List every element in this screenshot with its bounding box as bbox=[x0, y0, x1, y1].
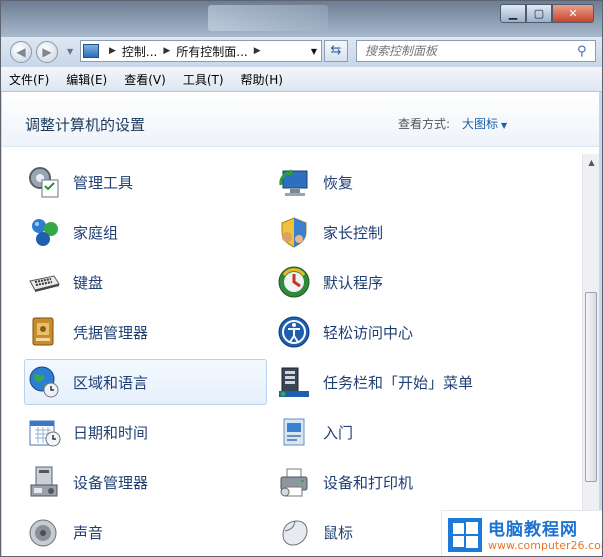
item-label: 家长控制 bbox=[323, 223, 384, 242]
recent-pages-dropdown[interactable]: ▼ bbox=[67, 47, 73, 56]
menu-help[interactable]: 帮助(H) bbox=[233, 71, 292, 88]
item-region-language[interactable]: 区域和语言 bbox=[24, 359, 267, 405]
close-button[interactable]: ✕ bbox=[552, 4, 594, 23]
item-devices-printers[interactable]: 设备和打印机 bbox=[274, 459, 574, 505]
breadcrumb-separator-icon[interactable]: ▶ bbox=[109, 46, 116, 56]
item-ease-of-access[interactable]: 轻松访问中心 bbox=[274, 309, 574, 355]
view-by-value: 大图标 bbox=[462, 117, 499, 131]
scroll-up-icon[interactable]: ▲ bbox=[583, 154, 599, 171]
view-by-label: 查看方式: bbox=[398, 117, 451, 131]
item-label: 任务栏和「开始」菜单 bbox=[323, 373, 474, 392]
menu-edit[interactable]: 编辑(E) bbox=[58, 71, 116, 88]
menu-file[interactable]: 文件(F) bbox=[1, 71, 58, 88]
item-label: 设备管理器 bbox=[73, 473, 149, 492]
item-label: 设备和打印机 bbox=[323, 473, 414, 492]
item-label: 声音 bbox=[73, 523, 104, 542]
navigation-bar: ◀ ▶ ▼ ▶ 控制... ▶ 所有控制面... ▶ ▼ ⇆ ⚲ bbox=[1, 37, 602, 67]
scrollbar-thumb[interactable] bbox=[585, 292, 597, 482]
item-homegroup[interactable]: 家庭组 bbox=[24, 209, 267, 255]
date-time-icon bbox=[27, 415, 61, 449]
item-label: 轻松访问中心 bbox=[323, 323, 414, 342]
ease-of-access-icon bbox=[277, 315, 311, 349]
keyboard-icon bbox=[27, 265, 61, 299]
view-by-dropdown[interactable]: 大图标 ▼ bbox=[462, 115, 507, 132]
item-getting-started[interactable]: 入门 bbox=[274, 409, 574, 455]
content-area: 调整计算机的设置 查看方式: 大图标 ▼ 管理工具 恢复 家庭组 家长控制 键盘… bbox=[2, 92, 599, 556]
menu-bar: 文件(F) 编辑(E) 查看(V) 工具(T) 帮助(H) bbox=[1, 67, 602, 92]
breadcrumb-all-items[interactable]: 所有控制面... bbox=[176, 43, 247, 60]
credential-manager-icon bbox=[27, 315, 61, 349]
item-label: 日期和时间 bbox=[73, 423, 149, 442]
site-watermark: 电脑教程网 www.computer26.com bbox=[441, 510, 603, 556]
maximize-button[interactable]: ▢ bbox=[526, 4, 552, 23]
default-programs-icon bbox=[277, 265, 311, 299]
item-device-manager[interactable]: 设备管理器 bbox=[24, 459, 267, 505]
forward-button[interactable]: ▶ bbox=[36, 41, 58, 63]
sound-icon bbox=[27, 515, 61, 549]
item-label: 入门 bbox=[323, 423, 354, 442]
watermark-url: www.computer26.com bbox=[488, 539, 603, 552]
page-title: 调整计算机的设置 bbox=[25, 116, 146, 134]
item-label: 凭据管理器 bbox=[73, 323, 149, 342]
getting-started-icon bbox=[277, 415, 311, 449]
menu-view[interactable]: 查看(V) bbox=[116, 71, 175, 88]
item-label: 鼠标 bbox=[323, 523, 354, 542]
title-bar[interactable]: ▁ ▢ ✕ bbox=[1, 1, 602, 37]
minimize-button[interactable]: ▁ bbox=[500, 4, 526, 23]
watermark-title: 电脑教程网 bbox=[488, 520, 578, 540]
parental-controls-icon bbox=[277, 215, 311, 249]
devices-printers-icon bbox=[277, 465, 311, 499]
menu-tools[interactable]: 工具(T) bbox=[175, 71, 233, 88]
aero-glass-reflection bbox=[208, 5, 328, 31]
refresh-button[interactable]: ⇆ bbox=[324, 40, 348, 62]
item-sound[interactable]: 声音 bbox=[24, 509, 267, 555]
recovery-icon bbox=[277, 165, 311, 199]
item-label: 区域和语言 bbox=[73, 373, 149, 392]
address-bar[interactable]: ▶ 控制... ▶ 所有控制面... ▶ ▼ bbox=[80, 40, 322, 62]
admin-tools-icon bbox=[27, 165, 61, 199]
window-controls: ▁ ▢ ✕ bbox=[500, 4, 594, 23]
region-language-icon bbox=[27, 365, 61, 399]
search-input[interactable] bbox=[357, 43, 577, 59]
breadcrumb-control-panel[interactable]: 控制... bbox=[122, 43, 157, 60]
item-parental-controls[interactable]: 家长控制 bbox=[274, 209, 574, 255]
homegroup-icon bbox=[27, 215, 61, 249]
taskbar-icon bbox=[277, 365, 311, 399]
item-label: 家庭组 bbox=[73, 223, 119, 242]
item-date-time[interactable]: 日期和时间 bbox=[24, 409, 267, 455]
mouse-icon bbox=[277, 515, 311, 549]
search-box[interactable]: ⚲ bbox=[356, 40, 596, 62]
item-label: 默认程序 bbox=[323, 273, 384, 292]
item-admin-tools[interactable]: 管理工具 bbox=[24, 159, 267, 205]
breadcrumb-separator-icon[interactable]: ▶ bbox=[163, 46, 170, 56]
vertical-scrollbar[interactable]: ▲ ▼ bbox=[582, 154, 599, 556]
windows-logo-icon bbox=[448, 518, 482, 552]
item-keyboard[interactable]: 键盘 bbox=[24, 259, 267, 305]
item-recovery[interactable]: 恢复 bbox=[274, 159, 574, 205]
item-default-programs[interactable]: 默认程序 bbox=[274, 259, 574, 305]
control-panel-icon bbox=[83, 44, 99, 58]
search-icon[interactable]: ⚲ bbox=[577, 44, 595, 59]
item-taskbar-start-menu[interactable]: 任务栏和「开始」菜单 bbox=[274, 359, 574, 405]
address-dropdown-icon[interactable]: ▼ bbox=[311, 47, 317, 56]
content-header: 调整计算机的设置 查看方式: 大图标 ▼ bbox=[2, 92, 599, 147]
control-panel-window: ▁ ▢ ✕ ◀ ▶ ▼ ▶ 控制... ▶ 所有控制面... ▶ ▼ ⇆ ⚲ 文… bbox=[0, 0, 603, 557]
breadcrumb-separator-icon[interactable]: ▶ bbox=[254, 46, 261, 56]
item-credential-manager[interactable]: 凭据管理器 bbox=[24, 309, 267, 355]
back-button[interactable]: ◀ bbox=[10, 41, 32, 63]
item-label: 键盘 bbox=[73, 273, 104, 292]
item-label: 恢复 bbox=[323, 173, 354, 192]
item-label: 管理工具 bbox=[73, 173, 134, 192]
device-manager-icon bbox=[27, 465, 61, 499]
chevron-down-icon: ▼ bbox=[501, 121, 508, 130]
